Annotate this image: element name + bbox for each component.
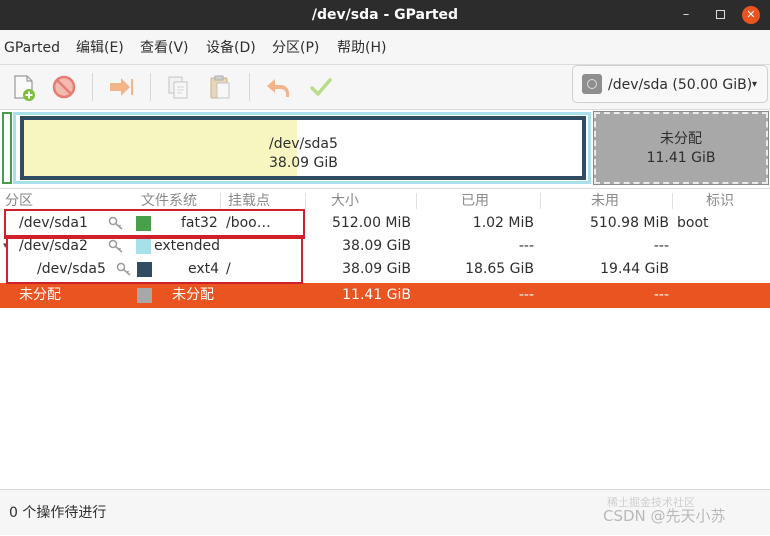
menu-bar: GParted 编辑(E) 查看(V) 设备(D) 分区(P) 帮助(H)	[0, 30, 770, 65]
cell-size: 38.09 GiB	[342, 261, 411, 277]
title-bar: /dev/sda - GParted – ✕	[0, 0, 770, 30]
copy-button[interactable]	[162, 71, 194, 103]
cell-unused: 510.98 MiB	[589, 215, 669, 231]
cell-unused: 19.44 GiB	[600, 261, 669, 277]
column-header-size[interactable]: 大小	[331, 189, 359, 213]
toolbar-separator	[92, 73, 93, 101]
cell-filesystem: 未分配	[172, 287, 214, 303]
disk-map: /dev/sda5 38.09 GiB 未分配 11.41 GiB	[0, 110, 770, 188]
highlight-box-sda2	[6, 235, 303, 284]
cell-used: 18.65 GiB	[465, 261, 534, 277]
cell-unused: ---	[653, 238, 669, 254]
map-sda5-size: 38.09 GiB	[269, 155, 338, 171]
toolbar-separator	[249, 73, 250, 101]
window-title: /dev/sda - GParted	[311, 7, 459, 23]
close-button[interactable]: ✕	[742, 6, 760, 24]
watermark-csdn: CSDN @先天小苏	[603, 507, 726, 525]
menu-help[interactable]: 帮助(H)	[337, 30, 386, 66]
map-sda5-label: /dev/sda5 38.09 GiB	[269, 135, 338, 173]
map-unallocated-size: 11.41 GiB	[646, 150, 716, 166]
cell-flags: boot	[677, 215, 709, 231]
map-partition-sda1[interactable]	[2, 112, 12, 184]
column-separator	[672, 193, 673, 209]
map-unallocated-name: 未分配	[660, 131, 702, 147]
delete-icon	[52, 75, 76, 99]
column-separator	[220, 193, 221, 209]
maximize-button[interactable]	[710, 5, 730, 25]
resize-move-icon	[110, 78, 133, 96]
minimize-button[interactable]: –	[676, 5, 696, 25]
cell-used: ---	[518, 238, 534, 254]
column-separator	[540, 193, 541, 209]
map-partition-sda5[interactable]: /dev/sda5 38.09 GiB	[20, 116, 586, 180]
menu-device[interactable]: 设备(D)	[206, 30, 256, 66]
menu-partition[interactable]: 分区(P)	[272, 30, 319, 66]
device-selector-label: /dev/sda (50.00 GiB)	[608, 77, 753, 93]
column-separator	[416, 193, 417, 209]
filesystem-color-swatch	[137, 288, 152, 303]
menu-gparted[interactable]: GParted	[4, 30, 60, 66]
pending-operations-text: 0 个操作待进行	[9, 505, 107, 521]
undo-icon	[267, 79, 289, 97]
menu-edit[interactable]: 编辑(E)	[76, 30, 124, 66]
cell-size: 11.41 GiB	[342, 287, 411, 303]
toolbar-separator	[150, 73, 151, 101]
partition-table: 分区 文件系统 挂载点 大小 已用 未用 标识 /dev/sda1 fat32 …	[0, 188, 770, 488]
disk-icon	[582, 74, 602, 94]
column-header-used[interactable]: 已用	[461, 189, 489, 213]
table-row[interactable]: 未分配 未分配 11.41 GiB --- ---	[0, 283, 770, 308]
apply-icon	[310, 78, 332, 96]
paste-button[interactable]	[204, 71, 236, 103]
column-header-flags[interactable]: 标识	[706, 189, 734, 213]
copy-icon	[168, 76, 188, 99]
cell-size: 512.00 MiB	[331, 215, 411, 231]
chevron-down-icon: ▾	[751, 79, 757, 90]
device-selector[interactable]: /dev/sda (50.00 GiB) ▾	[572, 65, 768, 103]
delete-button[interactable]	[48, 71, 80, 103]
map-unallocated-label: 未分配 11.41 GiB	[596, 130, 766, 168]
cell-size: 38.09 GiB	[342, 238, 411, 254]
map-sda5-name: /dev/sda5	[269, 136, 338, 152]
column-separator	[305, 193, 306, 209]
paste-icon	[210, 75, 230, 99]
cell-used: 1.02 MiB	[472, 215, 534, 231]
resize-move-button[interactable]	[105, 71, 137, 103]
new-partition-button[interactable]	[7, 71, 39, 103]
column-header-unused[interactable]: 未用	[591, 189, 619, 213]
map-unallocated[interactable]: 未分配 11.41 GiB	[593, 111, 769, 185]
new-partition-icon	[14, 75, 35, 101]
apply-button[interactable]	[305, 71, 337, 103]
menu-view[interactable]: 查看(V)	[140, 30, 189, 66]
cell-used: ---	[518, 287, 534, 303]
undo-button[interactable]	[262, 71, 294, 103]
map-used-bar	[24, 120, 298, 176]
cell-partition: 未分配	[19, 287, 61, 303]
maximize-icon	[715, 10, 725, 19]
cell-unused: ---	[653, 287, 669, 303]
